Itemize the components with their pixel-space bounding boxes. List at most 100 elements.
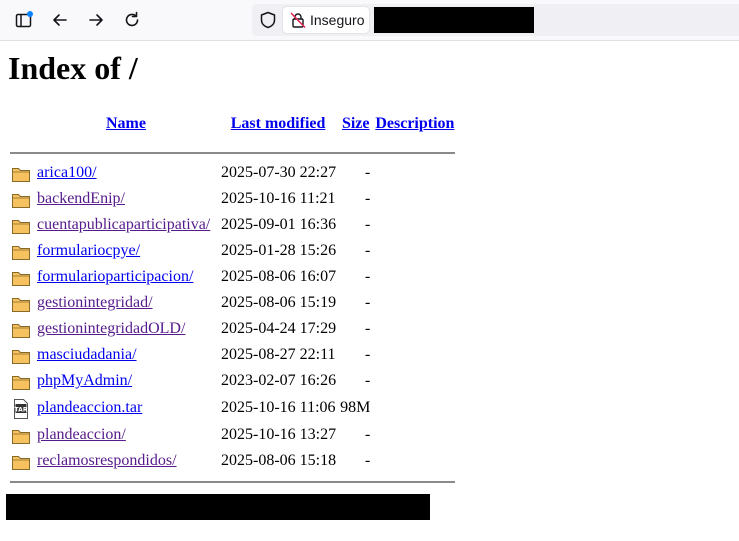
folder-icon: [10, 161, 33, 185]
folder-icon: [10, 369, 33, 393]
entry-link[interactable]: formularioparticipacion/: [37, 268, 193, 285]
listing-row: backendEnip/2025-10-16 11:21 -: [10, 187, 455, 211]
sort-by-description-link[interactable]: Description: [375, 115, 454, 132]
folder-icon: [10, 213, 33, 237]
folder-icon: [10, 449, 33, 473]
description-value: [374, 317, 455, 341]
last-modified-value: 2025-09-01 16:36: [221, 216, 337, 233]
folder-icon: [10, 291, 33, 315]
description-header: Description: [374, 114, 455, 145]
last-modified-value: 2023-02-07 16:26: [221, 372, 337, 389]
entry-link[interactable]: gestionintegridad/: [37, 294, 153, 311]
entry-link[interactable]: gestionintegridadOLD/: [37, 320, 185, 337]
last-modified-value: 2025-04-24 17:29: [221, 320, 337, 337]
entry-link[interactable]: plandeaccion.tar: [37, 399, 142, 416]
back-arrow-icon[interactable]: [46, 6, 74, 34]
size-value: -: [365, 164, 371, 181]
connection-security-chip[interactable]: Inseguro: [283, 7, 369, 33]
last-modified-value: 2025-08-06 15:19: [221, 294, 337, 311]
sort-by-name-link[interactable]: Name: [106, 115, 146, 132]
description-value: [374, 423, 455, 447]
folder-icon: [10, 239, 33, 263]
browser-toolbar: Inseguro: [0, 0, 739, 41]
description-value: [374, 239, 455, 263]
listing-row: formulariocpye/2025-01-28 15:26 -: [10, 239, 455, 263]
last-modified-value: 2025-08-27 22:11: [221, 346, 336, 363]
size-value: -: [365, 190, 371, 207]
directory-listing: Name Last modified Size Description aric…: [8, 112, 457, 491]
size-value: 98M: [340, 399, 371, 416]
listing-row: gestionintegridad/2025-08-06 15:19 -: [10, 291, 455, 315]
description-value: [374, 395, 455, 421]
footer-divider: [10, 475, 456, 489]
last-modified-value: 2025-10-16 11:06: [221, 399, 336, 416]
listing-row: cuentapublicaparticipativa/2025-09-01 16…: [10, 213, 455, 237]
shield-icon[interactable]: [258, 10, 278, 30]
insecure-lock-icon: [289, 11, 307, 29]
redacted-server-signature: [6, 494, 430, 520]
description-value: [374, 187, 455, 211]
description-value: [374, 291, 455, 315]
size-value: -: [365, 452, 371, 469]
folder-icon: [10, 343, 33, 367]
description-value: [374, 343, 455, 367]
listing-row: phpMyAdmin/2023-02-07 16:26 -: [10, 369, 455, 393]
entry-link[interactable]: arica100/: [37, 164, 97, 181]
description-value: [374, 213, 455, 237]
size-value: -: [365, 242, 371, 259]
entry-link[interactable]: phpMyAdmin/: [37, 372, 132, 389]
last-modified-value: 2025-10-16 11:21: [221, 190, 336, 207]
icon-header: [10, 114, 33, 145]
last-modified-value: 2025-07-30 22:27: [221, 164, 337, 181]
header-divider: [10, 147, 456, 159]
tar-file-icon: TAR: [10, 395, 33, 421]
entry-link[interactable]: formulariocpye/: [37, 242, 140, 259]
folder-icon: [10, 423, 33, 447]
listing-row: formularioparticipacion/2025-08-06 16:07…: [10, 265, 455, 289]
page-title: Index of /: [8, 50, 138, 86]
entry-link[interactable]: backendEnip/: [37, 190, 125, 207]
description-value: [374, 161, 455, 185]
listing-row: gestionintegridadOLD/2025-04-24 17:29 -: [10, 317, 455, 341]
entry-link[interactable]: masciudadania/: [37, 346, 137, 363]
last-modified-header: Last modified: [219, 114, 337, 145]
entry-link[interactable]: reclamosrespondidos/: [37, 452, 177, 469]
header-divider-row: [10, 147, 456, 159]
size-value: -: [365, 346, 371, 363]
entry-link[interactable]: cuentapublicaparticipativa/: [37, 216, 210, 233]
description-value: [374, 369, 455, 393]
footer-divider-row: [10, 475, 456, 489]
size-value: -: [365, 294, 371, 311]
svg-text:TAR: TAR: [15, 406, 28, 413]
last-modified-value: 2025-08-06 16:07: [221, 268, 337, 285]
size-value: -: [365, 372, 371, 389]
size-value: -: [365, 320, 371, 337]
listing-row: arica100/2025-07-30 22:27 -: [10, 161, 455, 185]
listing-row: reclamosrespondidos/2025-08-06 15:18 -: [10, 449, 455, 473]
sort-by-size-link[interactable]: Size: [342, 115, 370, 132]
last-modified-value: 2025-08-06 15:18: [221, 452, 337, 469]
entry-link[interactable]: plandeaccion/: [37, 426, 126, 443]
description-value: [374, 449, 455, 473]
reload-icon[interactable]: [118, 6, 146, 34]
size-header: Size: [339, 114, 372, 145]
folder-icon: [10, 187, 33, 211]
size-value: -: [365, 426, 371, 443]
sidebar-toggle-icon[interactable]: [10, 6, 38, 34]
forward-arrow-icon[interactable]: [82, 6, 110, 34]
redacted-url: [374, 7, 534, 33]
description-value: [374, 265, 455, 289]
security-label: Inseguro: [310, 12, 365, 28]
size-value: -: [365, 216, 371, 233]
header-row: Name Last modified Size Description: [10, 114, 455, 145]
listing-row: TAR plandeaccion.tar 2025-10-16 11:06 98M: [10, 395, 455, 421]
size-value: -: [365, 268, 371, 285]
last-modified-value: 2025-10-16 13:27: [221, 426, 337, 443]
sort-by-last-modified-link[interactable]: Last modified: [231, 115, 326, 132]
listing-row: masciudadania/2025-08-27 22:11 -: [10, 343, 455, 367]
listing-row: plandeaccion/2025-10-16 13:27 -: [10, 423, 455, 447]
folder-icon: [10, 317, 33, 341]
name-header: Name: [35, 114, 217, 145]
folder-icon: [10, 265, 33, 289]
last-modified-value: 2025-01-28 15:26: [221, 242, 337, 259]
